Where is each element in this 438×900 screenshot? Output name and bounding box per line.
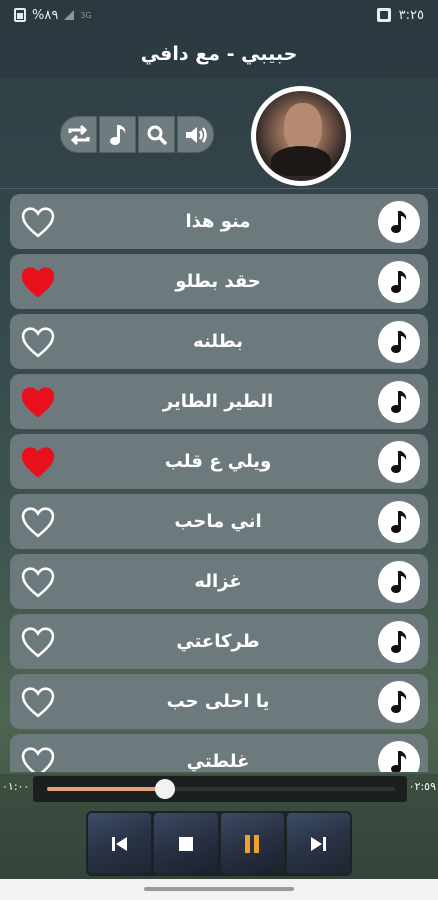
- status-bar: %٨٩ 3G ٣:٢٥: [0, 0, 438, 30]
- song-title: بطلنه: [193, 331, 243, 352]
- favorite-button[interactable]: [18, 682, 58, 722]
- favorite-button[interactable]: [18, 622, 58, 662]
- music-note-icon: [391, 570, 407, 593]
- heart-icon: [21, 746, 55, 772]
- control-button-group: [60, 116, 214, 153]
- song-row[interactable]: يا احلى حب: [10, 674, 428, 729]
- pause-button[interactable]: [220, 813, 284, 874]
- song-title: الطير الطاير: [162, 391, 274, 412]
- favorite-filled-button[interactable]: [18, 262, 58, 302]
- music-note-icon: [391, 450, 407, 473]
- favorite-filled-button[interactable]: [18, 442, 58, 482]
- song-row[interactable]: حقد بطلو: [10, 254, 428, 309]
- next-button[interactable]: [286, 813, 350, 874]
- heart-icon: [21, 626, 55, 658]
- music-note-icon: [391, 630, 407, 653]
- heart-icon: [21, 386, 55, 418]
- song-row[interactable]: ويلي ع قلب: [10, 434, 428, 489]
- transport-controls: [86, 811, 352, 876]
- song-title: حقد بطلو: [175, 271, 261, 292]
- music-button[interactable]: [99, 116, 136, 153]
- play-song-button[interactable]: [378, 620, 420, 663]
- heart-icon: [21, 326, 55, 358]
- battery-icon: [14, 8, 26, 22]
- app-title-bar: حبيبي - مع دافي: [0, 30, 438, 78]
- song-title: غلطتي: [186, 751, 250, 772]
- pause-icon: [245, 834, 260, 853]
- song-title: يا احلى حب: [166, 691, 270, 712]
- favorite-button[interactable]: [18, 202, 58, 242]
- music-note-icon: [391, 690, 407, 713]
- music-note-icon: [391, 210, 407, 233]
- play-song-button[interactable]: [378, 560, 420, 603]
- repeat-icon: [68, 124, 89, 145]
- header-divider: [0, 188, 438, 189]
- music-note-icon: [391, 750, 407, 772]
- heart-icon: [21, 206, 55, 238]
- avatar-hair: [271, 146, 331, 176]
- music-note-icon: [391, 330, 407, 353]
- search-icon: [147, 125, 167, 145]
- music-note-icon: [391, 390, 407, 413]
- volume-button[interactable]: [177, 116, 214, 153]
- favorite-button[interactable]: [18, 322, 58, 362]
- song-row[interactable]: بطلنه: [10, 314, 428, 369]
- song-title: ويلي ع قلب: [164, 451, 272, 472]
- seek-thumb[interactable]: [155, 779, 175, 799]
- volume-icon: [185, 126, 207, 143]
- heart-icon: [21, 266, 55, 298]
- status-left: %٨٩ 3G: [14, 8, 92, 23]
- signal-icon: [64, 10, 75, 20]
- song-row[interactable]: منو هذا: [10, 194, 428, 249]
- heart-icon: [21, 686, 55, 718]
- play-song-button[interactable]: [378, 740, 420, 772]
- song-row[interactable]: الطير الطاير: [10, 374, 428, 429]
- favorite-button[interactable]: [18, 502, 58, 542]
- music-note-icon: [391, 510, 407, 533]
- total-duration: ٠٢:٥٩: [408, 780, 436, 793]
- music-note-icon: [391, 270, 407, 293]
- favorite-button[interactable]: [18, 742, 58, 772]
- seek-bar[interactable]: [33, 776, 407, 802]
- song-title: منو هذا: [185, 211, 251, 232]
- favorite-button[interactable]: [18, 562, 58, 602]
- page-title: حبيبي - مع دافي: [140, 43, 298, 65]
- song-row[interactable]: اني ماحب: [10, 494, 428, 549]
- stop-button[interactable]: [154, 813, 218, 874]
- home-gesture-pill[interactable]: [144, 887, 294, 891]
- song-row[interactable]: غزاله: [10, 554, 428, 609]
- music-note-icon: [109, 124, 125, 145]
- play-song-button[interactable]: [378, 380, 420, 423]
- song-row[interactable]: غلطتي: [10, 734, 428, 772]
- heart-icon: [21, 446, 55, 478]
- seek-progress: [47, 787, 165, 791]
- stop-icon: [178, 836, 193, 851]
- play-song-button[interactable]: [378, 320, 420, 363]
- repeat-button[interactable]: [60, 116, 97, 153]
- artist-avatar: [251, 86, 351, 186]
- status-right: ٣:٢٥: [376, 7, 424, 23]
- play-song-button[interactable]: [378, 260, 420, 303]
- battery-level: %٨٩: [32, 7, 59, 23]
- play-song-button[interactable]: [378, 440, 420, 483]
- skip-previous-icon: [111, 836, 127, 851]
- previous-button[interactable]: [88, 813, 152, 874]
- notification-app-icon: [376, 8, 391, 22]
- search-button[interactable]: [138, 116, 175, 153]
- play-song-button[interactable]: [378, 680, 420, 723]
- heart-icon: [21, 506, 55, 538]
- heart-icon: [21, 566, 55, 598]
- network-type: 3G: [80, 10, 92, 20]
- clock: ٣:٢٥: [398, 7, 424, 23]
- favorite-filled-button[interactable]: [18, 382, 58, 422]
- elapsed-time: ٠١:٠٠: [2, 780, 30, 793]
- song-row[interactable]: طركاعتي: [10, 614, 428, 669]
- play-song-button[interactable]: [378, 500, 420, 543]
- song-title: اني ماحب: [174, 511, 262, 532]
- song-title: طركاعتي: [176, 631, 260, 652]
- play-song-button[interactable]: [378, 200, 420, 243]
- song-list[interactable]: منو هذا حقد بطلو بطلنه الطير الطاير ويلي ع ق…: [0, 192, 438, 772]
- skip-next-icon: [311, 836, 327, 851]
- song-title: غزاله: [194, 571, 242, 592]
